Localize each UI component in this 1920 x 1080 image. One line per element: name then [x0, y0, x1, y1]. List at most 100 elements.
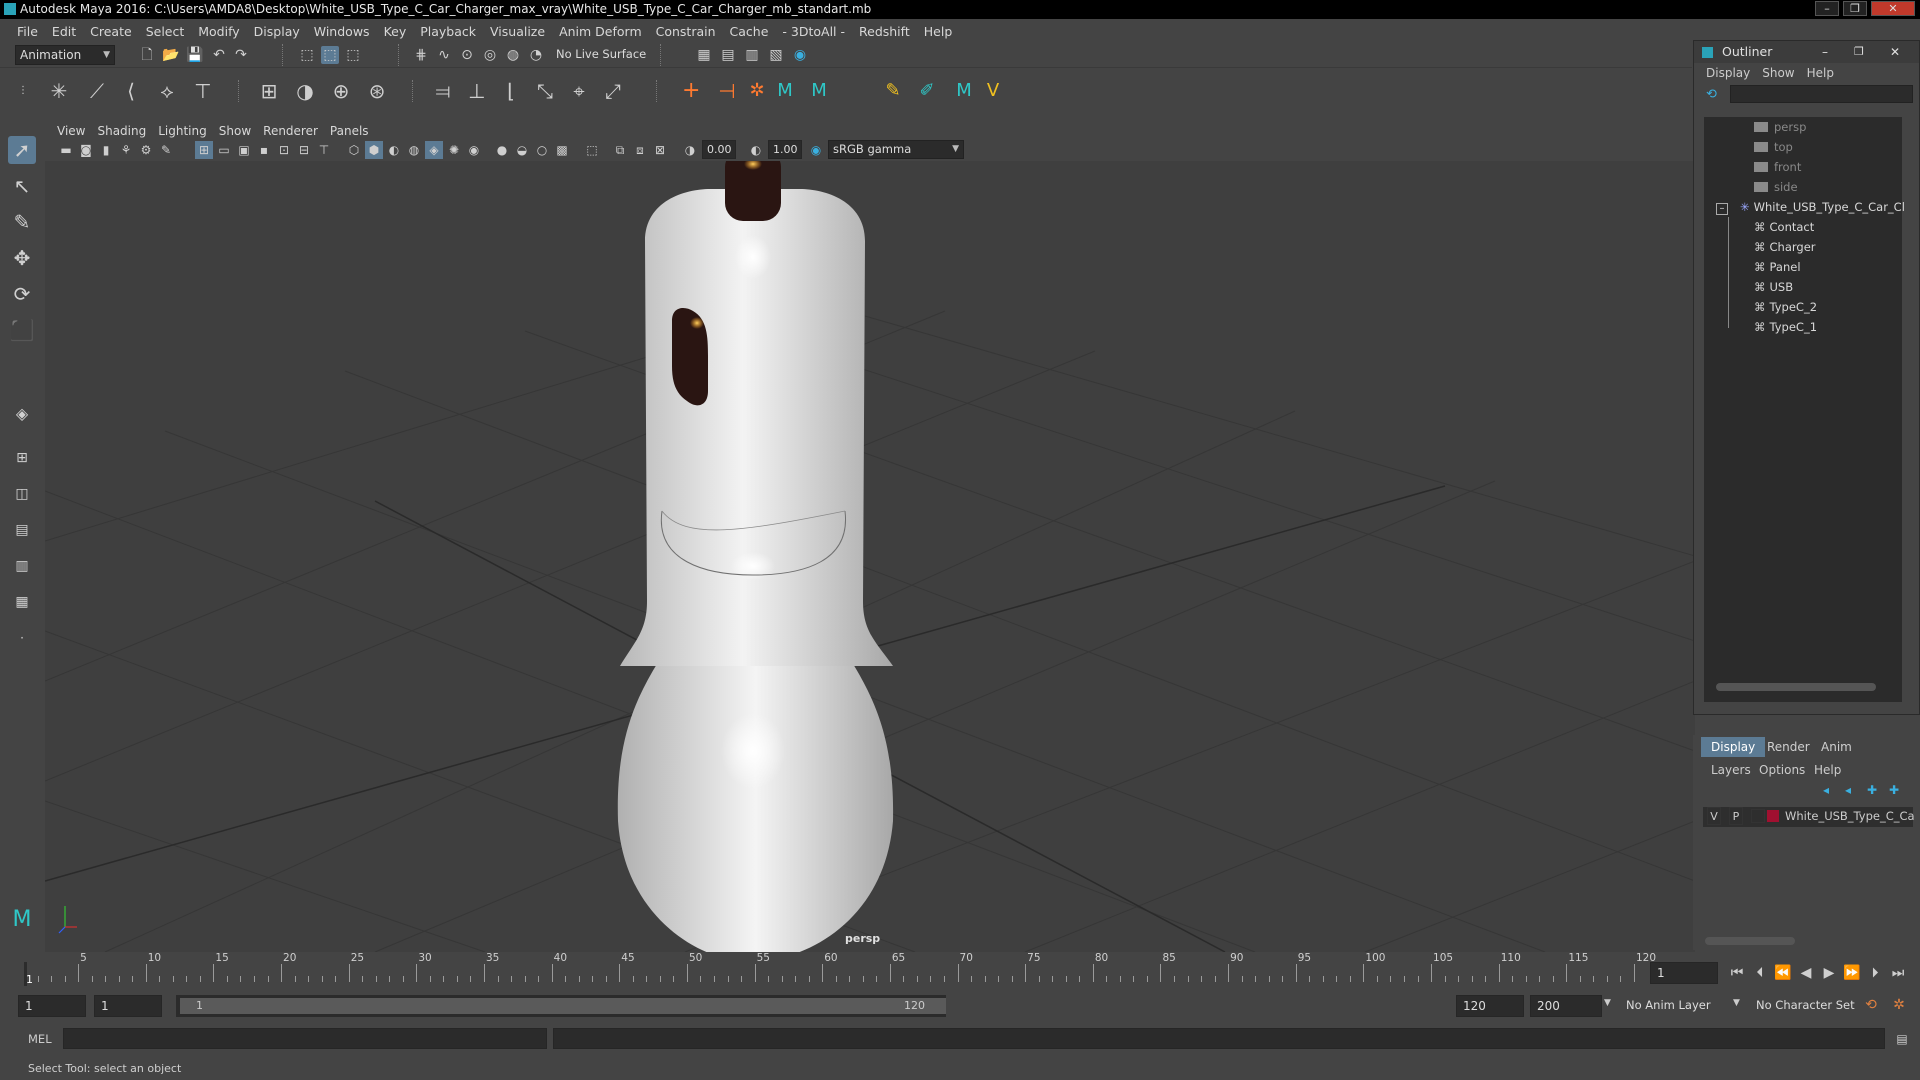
- safe-title-icon[interactable]: ⊤: [315, 141, 333, 159]
- pole-vector-icon[interactable]: ⤢: [604, 81, 622, 101]
- wireframe-icon[interactable]: ⬡: [345, 141, 363, 159]
- layer-playback-toggle[interactable]: P: [1729, 807, 1743, 825]
- ipr-render-icon[interactable]: ▤: [719, 46, 737, 64]
- menu-help[interactable]: Help: [917, 24, 960, 39]
- tree-item-front[interactable]: front: [1754, 157, 1801, 177]
- backface-culling-icon[interactable]: ⧈: [631, 141, 649, 159]
- close-button[interactable]: ✕: [1871, 1, 1915, 16]
- range-handle[interactable]: [180, 998, 946, 1014]
- graph-persp-icon[interactable]: ▥: [8, 552, 36, 580]
- point-constraint-icon[interactable]: ⊥: [468, 81, 486, 101]
- viewport-menu-lighting[interactable]: Lighting: [152, 124, 213, 138]
- snap-grid-icon[interactable]: ⋕: [412, 46, 430, 64]
- menu-anim-deform[interactable]: Anim Deform: [552, 24, 649, 39]
- aim-constraint-icon[interactable]: ⌖: [570, 81, 588, 101]
- save-scene-icon[interactable]: 💾: [186, 46, 204, 64]
- menu-display[interactable]: Display: [247, 24, 307, 39]
- hypergraph-persp-icon[interactable]: ▦: [8, 588, 36, 616]
- anim-prefs-icon[interactable]: ✲: [1890, 996, 1908, 1014]
- resolution-gate-icon[interactable]: ▣: [235, 141, 253, 159]
- render-frame-icon[interactable]: ▦: [695, 46, 713, 64]
- smooth-shade-icon[interactable]: ⬢: [365, 141, 383, 159]
- chevron-down-icon[interactable]: ▼: [1733, 998, 1740, 1008]
- tree-item-typec-1[interactable]: ⌘ TypeC_1: [1754, 317, 1817, 337]
- tree-item-side[interactable]: side: [1754, 177, 1798, 197]
- gate-mask-icon[interactable]: ▪: [255, 141, 273, 159]
- current-frame-field[interactable]: 1: [1650, 962, 1718, 984]
- outliner-minimize-button[interactable]: –: [1822, 41, 1828, 63]
- tab-display[interactable]: Display: [1701, 737, 1766, 757]
- move-tool-icon[interactable]: ✥: [8, 244, 36, 272]
- cluster-icon[interactable]: ⊛: [368, 81, 386, 101]
- textured-icon[interactable]: ◍: [405, 141, 423, 159]
- shelf-options-icon[interactable]: ⋮: [14, 82, 32, 100]
- open-scene-icon[interactable]: 📂: [162, 46, 180, 64]
- play-backward-icon[interactable]: ◀: [1797, 964, 1815, 982]
- snap-view-icon[interactable]: ◎: [481, 46, 499, 64]
- brush-icon[interactable]: ✐: [918, 82, 936, 100]
- range-bar[interactable]: 1 120: [176, 995, 946, 1017]
- tree-item-persp[interactable]: persp: [1754, 117, 1806, 137]
- menu-cache[interactable]: Cache: [723, 24, 776, 39]
- gamma-field[interactable]: 1.00: [768, 140, 802, 159]
- select-component-icon[interactable]: ⬚: [344, 46, 362, 64]
- script-editor-icon[interactable]: ▤: [1893, 1030, 1911, 1048]
- outliner-menu-help[interactable]: Help: [1803, 66, 1842, 80]
- character-set-label[interactable]: No Character Set: [1756, 998, 1855, 1012]
- menu-windows[interactable]: Windows: [307, 24, 377, 39]
- charger-model[interactable]: [617, 161, 894, 952]
- layers-menu-help[interactable]: Help: [1814, 763, 1841, 777]
- wrap-icon[interactable]: ◑: [296, 81, 314, 101]
- four-panes-icon[interactable]: ⊞: [8, 444, 36, 472]
- chevron-down-icon[interactable]: ▼: [1604, 998, 1611, 1008]
- select-hierarchy-icon[interactable]: ⬚: [298, 46, 316, 64]
- outliner-close-button[interactable]: ✕: [1890, 41, 1900, 63]
- maya-home-icon[interactable]: M: [8, 906, 36, 934]
- menu-set-dropdown[interactable]: Animation ▼: [15, 45, 115, 65]
- select-tool-icon[interactable]: ➚: [8, 136, 36, 164]
- exposure-field[interactable]: 0.00: [702, 140, 736, 159]
- scale-constraint-icon[interactable]: ⤡: [536, 81, 554, 101]
- collapse-icon[interactable]: –: [1716, 203, 1728, 215]
- paint-weights-icon[interactable]: ✎: [884, 82, 902, 100]
- menu-modify[interactable]: Modify: [191, 24, 246, 39]
- viewport-menu-shading[interactable]: Shading: [91, 124, 152, 138]
- menu-constrain[interactable]: Constrain: [649, 24, 723, 39]
- xray-icon[interactable]: ⬚: [583, 141, 601, 159]
- parent-constraint-icon[interactable]: ⫤: [434, 81, 452, 101]
- outliner-maximize-button[interactable]: ❐: [1854, 41, 1864, 63]
- snap-surface-icon[interactable]: ◍: [504, 46, 522, 64]
- v-shape-icon[interactable]: V: [984, 82, 1002, 100]
- layout-options-icon[interactable]: ·: [8, 624, 36, 652]
- menu-redshift[interactable]: Redshift: [852, 24, 917, 39]
- camera-gate-icon[interactable]: ⊠: [651, 141, 669, 159]
- anim-layer-label[interactable]: No Anim Layer: [1626, 998, 1711, 1012]
- exposure-icon[interactable]: ◑: [681, 141, 699, 159]
- lasso-tool-icon[interactable]: ↖: [8, 172, 36, 200]
- cmd-language-label[interactable]: MEL: [28, 1032, 52, 1046]
- hypershade-icon[interactable]: ▧: [767, 46, 785, 64]
- new-scene-icon[interactable]: 🗋: [138, 46, 156, 64]
- view-transform-icon[interactable]: ⚙: [137, 141, 155, 159]
- menu-edit[interactable]: Edit: [45, 24, 83, 39]
- select-object-icon[interactable]: ⬚: [321, 46, 339, 64]
- layer-name[interactable]: White_USB_Type_C_Ca: [1785, 807, 1915, 825]
- step-forward-key-icon[interactable]: ⏩: [1843, 964, 1861, 982]
- outliner-h-scrollbar[interactable]: [1716, 683, 1876, 691]
- outliner-menu-display[interactable]: Display: [1702, 66, 1758, 80]
- side-by-side-icon[interactable]: ◫: [8, 480, 36, 508]
- snap-curve-icon[interactable]: ∿: [435, 46, 453, 64]
- minimize-button[interactable]: –: [1815, 1, 1839, 16]
- paint-select-icon[interactable]: ✎: [8, 208, 36, 236]
- redo-icon[interactable]: ↷: [232, 46, 250, 64]
- layer-h-scrollbar[interactable]: [1705, 937, 1795, 945]
- mocap-icon[interactable]: M: [776, 82, 794, 100]
- menu-visualize[interactable]: Visualize: [483, 24, 552, 39]
- sculpt-deformer-icon[interactable]: ✲: [748, 82, 766, 100]
- cluster-handle-icon[interactable]: ⊣: [718, 81, 736, 101]
- lattice-icon[interactable]: ⊞: [260, 81, 278, 101]
- single-pane-icon[interactable]: ◈: [8, 400, 36, 428]
- playback-start-field[interactable]: 1: [94, 995, 162, 1017]
- auto-key-icon[interactable]: ⟲: [1862, 996, 1880, 1014]
- play-forward-icon[interactable]: ▶: [1820, 964, 1838, 982]
